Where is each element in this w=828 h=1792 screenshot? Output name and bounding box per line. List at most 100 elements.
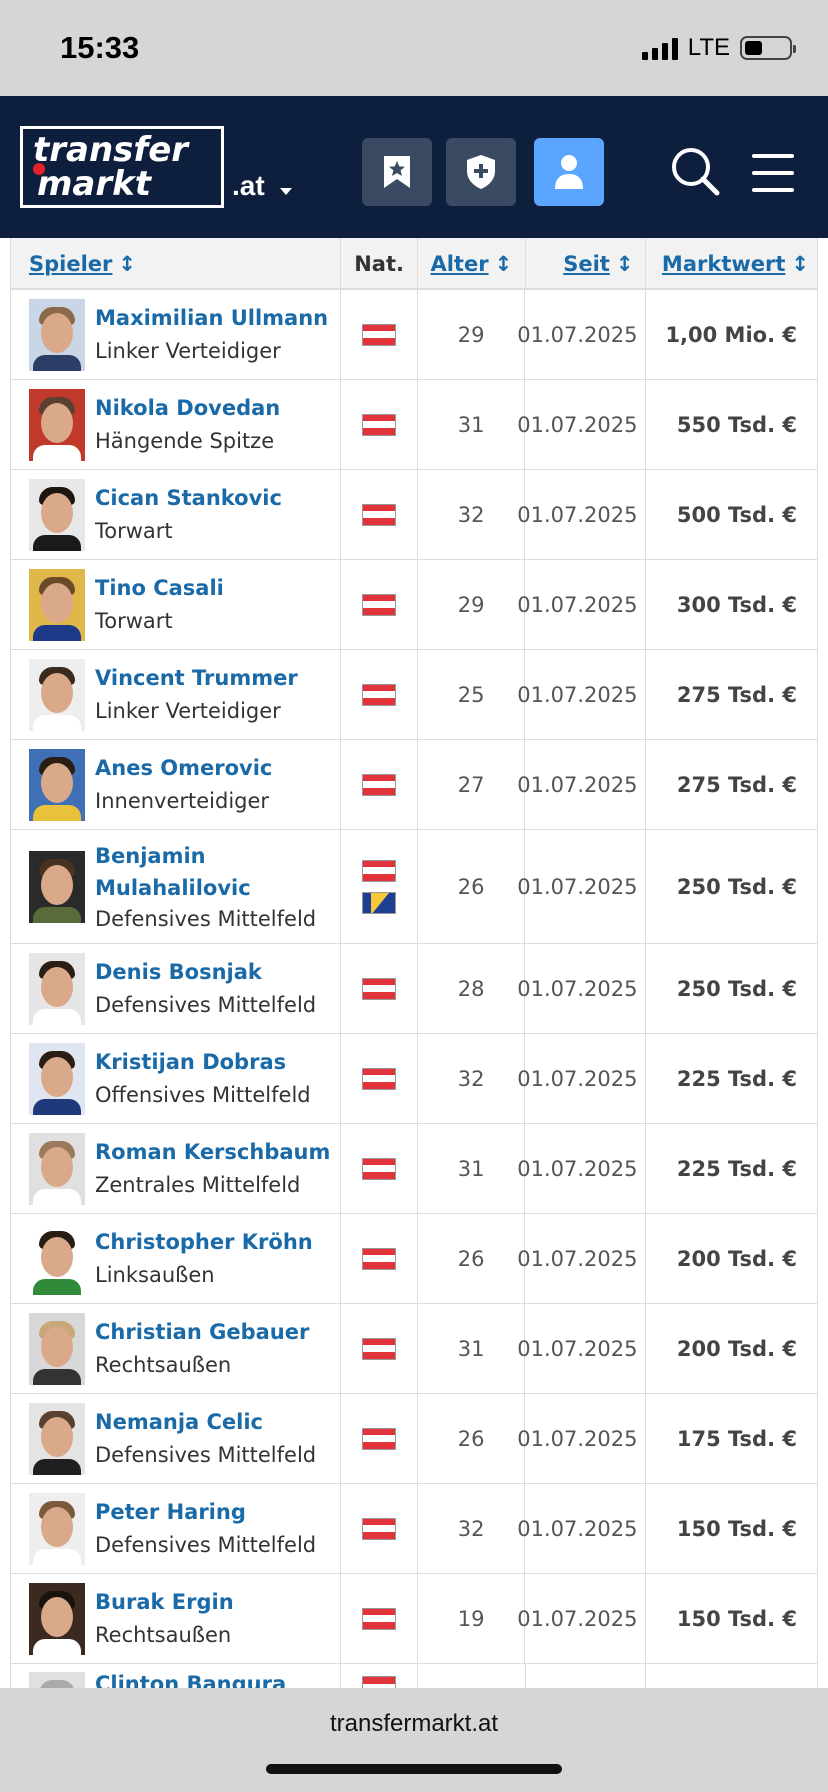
sort-icon[interactable]: ↕ [616,252,634,276]
player-name-link[interactable]: Cican Stankovic [95,482,282,514]
player-position: Torwart [95,518,173,543]
player-name-link[interactable]: Christopher Kröhn [95,1226,313,1258]
table-row[interactable]: Vincent Trummer Linker Verteidiger 25 01.… [10,650,818,740]
player-cell: Roman Kerschbaum Zentrales Mittelfeld [11,1124,342,1213]
player-cell: Nikola Dovedan Hängende Spitze [11,380,342,469]
column-header-market-value[interactable]: Marktwert ↕ [646,238,817,290]
player-photo [29,1492,85,1565]
player-name-link-line2[interactable]: Mulahalilovic [95,872,316,904]
player-name-link[interactable]: Nikola Dovedan [95,392,280,424]
status-bar: 15:33 LTE [0,0,828,96]
player-cell: Maximilian Ullmann Linker Verteidiger [11,290,342,379]
table-row[interactable]: Tino Casali Torwart 29 01.07.2025 300 Tsd… [10,560,818,650]
market-value-cell: 300 Tsd. € [676,592,797,617]
player-name-link[interactable]: Anes Omerovic [95,752,272,784]
player-name-link[interactable]: Burak Ergin [95,1586,234,1618]
player-name-link[interactable]: Clinton Bangura [95,1668,286,1689]
player-name-link[interactable]: Peter Haring [95,1496,316,1528]
market-value-cell: 200 Tsd. € [676,1246,797,1271]
player-position: Hängende Spitze [95,428,275,453]
nationality-cell [341,1124,418,1213]
since-cell: 01.07.2025 [517,470,647,559]
player-position: Rechtsaußen [95,1352,232,1377]
player-name-link[interactable]: Benjamin [95,840,316,872]
since-cell: 01.07.2025 [517,830,647,943]
column-header-age[interactable]: Alter ↕ [418,238,526,290]
austria-flag-icon [361,1247,396,1270]
age-cell: 19 [418,1574,526,1663]
sort-icon[interactable]: ↕ [791,252,809,276]
age-cell: 26 [418,1214,526,1303]
market-value-cell: 250 Tsd. € [676,874,797,899]
signal-icon [641,36,678,60]
nationality-cell [341,1394,418,1483]
player-cell: Clinton Bangura [11,1664,342,1689]
market-value-cell: 175 Tsd. € [676,1426,797,1451]
player-name-link[interactable]: Nemanja Celic [95,1406,316,1438]
transfermarkt-logo[interactable]: transfer markt [20,126,224,208]
table-row[interactable]: Roman Kerschbaum Zentrales Mittelfeld 31 … [10,1124,818,1214]
home-indicator[interactable] [266,1764,562,1774]
table-row[interactable]: Cican Stankovic Torwart 32 01.07.2025 500… [10,470,818,560]
sort-icon[interactable]: ↕ [495,252,513,276]
profile-button[interactable] [534,138,604,206]
age-cell: 28 [418,944,526,1033]
hamburger-menu-icon[interactable] [752,154,794,192]
player-name-link[interactable]: Roman Kerschbaum [95,1136,330,1168]
nationality-cell [341,944,418,1033]
table-row[interactable]: Benjamin Mulahalilovic Defensives Mittel… [10,830,818,944]
austria-flag-icon [361,1607,396,1630]
since-cell: 01.07.2025 [517,1214,647,1303]
player-photo [29,1042,85,1115]
player-position: Defensives Mittelfeld [95,906,317,931]
nationality-cell [341,1304,418,1393]
table-row[interactable]: Christopher Kröhn Linksaußen 26 01.07.202… [10,1214,818,1304]
player-position: Defensives Mittelfeld [95,992,317,1017]
age-cell: 32 [418,470,526,559]
table-row[interactable]: Denis Bosnjak Defensives Mittelfeld 28 01… [10,944,818,1034]
table-row[interactable]: Nemanja Celic Defensives Mittelfeld 26 01… [10,1394,818,1484]
since-cell: 01.07.2025 [517,1034,647,1123]
browser-address-bar[interactable]: transfermarkt.at [0,1688,828,1792]
column-header-since[interactable]: Seit ↕ [526,238,647,290]
club-button[interactable] [446,138,516,206]
chevron-down-icon[interactable] [280,188,292,195]
table-row[interactable]: Anes Omerovic Innenverteidiger 27 01.07.2… [10,740,818,830]
nationality-cell [341,740,418,829]
player-photo [29,388,85,461]
player-name-link[interactable]: Vincent Trummer [95,662,298,694]
since-cell: 01.07.2025 [517,1484,647,1573]
market-value-cell: 150 Tsd. € [676,1516,797,1541]
table-row[interactable]: Peter Haring Defensives Mittelfeld 32 01.… [10,1484,818,1574]
table-row[interactable]: Clinton Bangura [10,1664,818,1690]
age-cell: 29 [418,560,526,649]
player-name-link[interactable]: Christian Gebauer [95,1316,309,1348]
player-position: Linker Verteidiger [95,338,281,363]
player-position: Linker Verteidiger [95,698,281,723]
table-row[interactable]: Christian Gebauer Rechtsaußen 31 01.07.20… [10,1304,818,1394]
player-name-link[interactable]: Tino Casali [95,572,224,604]
nationality-cell [341,1664,418,1689]
austria-flag-icon [361,413,396,436]
player-photo [29,850,85,923]
url-text[interactable]: transfermarkt.at [0,1710,828,1738]
nationality-cell [341,290,418,379]
table-row[interactable]: Maximilian Ullmann Linker Verteidiger 29 … [10,290,818,380]
austria-flag-icon [361,323,396,346]
nationality-cell [341,380,418,469]
table-row[interactable]: Nikola Dovedan Hängende Spitze 31 01.07.2… [10,380,818,470]
player-name-link[interactable]: Kristijan Dobras [95,1046,311,1078]
player-cell: Christopher Kröhn Linksaußen [11,1214,342,1303]
search-icon[interactable] [670,146,720,196]
player-name-link[interactable]: Denis Bosnjak [95,956,316,988]
table-row[interactable]: Kristijan Dobras Offensives Mittelfeld 32… [10,1034,818,1124]
player-position: Rechtsaußen [95,1622,232,1647]
sort-icon[interactable]: ↕ [118,252,136,276]
column-header-player[interactable]: Spieler ↕ [11,238,342,290]
austria-flag-icon [361,683,396,706]
table-row[interactable]: Burak Ergin Rechtsaußen 19 01.07.2025 150… [10,1574,818,1664]
watchlist-button[interactable] [362,138,432,206]
player-name-link[interactable]: Maximilian Ullmann [95,302,328,334]
domain-selector[interactable]: .at [232,170,265,202]
player-cell: Peter Haring Defensives Mittelfeld [11,1484,342,1573]
